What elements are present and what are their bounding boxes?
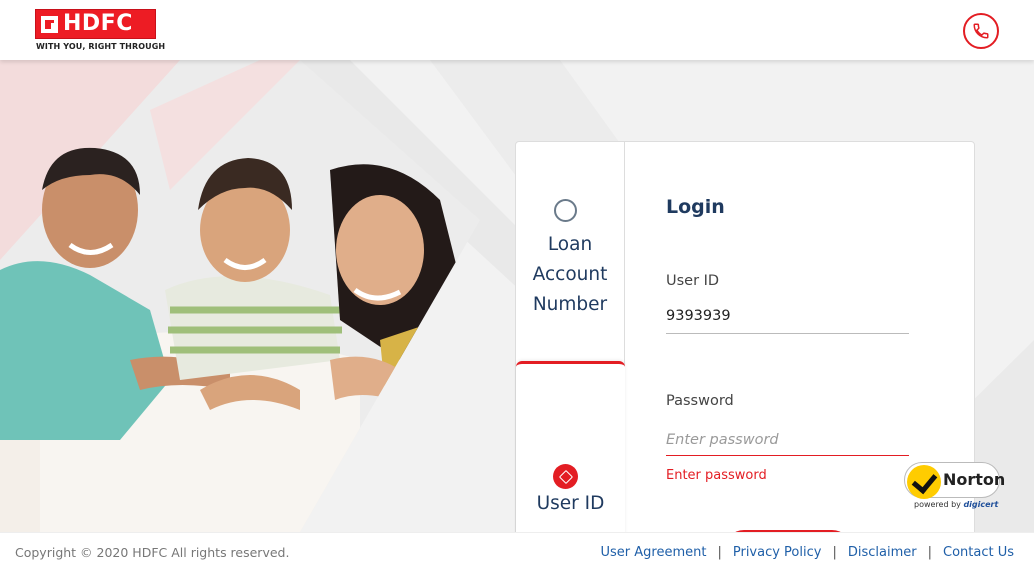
copyright-text: Copyright © 2020 HDFC All rights reserve… — [15, 545, 290, 560]
logo-box: HDFC — [35, 9, 156, 39]
password-error-message: Enter password — [666, 468, 767, 483]
site-header: HDFC WITH YOU, RIGHT THROUGH — [0, 0, 1034, 60]
footer-separator: | — [832, 545, 837, 560]
tab-loan-account-number-label: Loan Account Number — [516, 230, 624, 320]
footer-links: User Agreement | Privacy Policy | Disclaimer… — [601, 545, 1015, 560]
tab-user-id-label: User ID — [536, 493, 605, 514]
footer-separator: | — [717, 545, 722, 560]
norton-pill: Norton — [904, 462, 1005, 499]
password-input[interactable] — [666, 425, 909, 456]
hdfc-logo[interactable]: HDFC WITH YOU, RIGHT THROUGH — [35, 9, 165, 53]
footer-link-contact-us[interactable]: Contact Us — [943, 545, 1014, 560]
logo-mark-icon — [41, 16, 58, 33]
footer-link-disclaimer[interactable]: Disclaimer — [848, 545, 917, 560]
user-id-label: User ID — [666, 273, 720, 289]
site-footer: Copyright © 2020 HDFC All rights reserve… — [0, 532, 1034, 572]
login-title: Login — [666, 196, 725, 218]
norton-badge: Norton powered by digicert — [900, 460, 1005, 514]
footer-link-user-agreement[interactable]: User Agreement — [601, 545, 707, 560]
footer-link-privacy-policy[interactable]: Privacy Policy — [733, 545, 822, 560]
phone-icon — [973, 23, 989, 39]
login-type-tabs: Loan Account Number User ID — [516, 142, 625, 551]
tab-user-id[interactable]: User ID — [516, 361, 625, 551]
digicert-text: digicert — [963, 500, 999, 509]
tab-label-text: Loan Account Number — [532, 234, 608, 315]
radio-unselected-icon[interactable] — [554, 199, 577, 222]
password-label: Password — [666, 393, 734, 409]
norton-powered-by: powered by digicert — [914, 500, 998, 509]
call-button[interactable] — [963, 13, 999, 49]
footer-separator: | — [927, 545, 932, 560]
norton-name: Norton — [943, 470, 1006, 489]
user-id-field[interactable]: 9393939 — [666, 308, 909, 334]
powered-by-text: powered by — [914, 500, 961, 509]
radio-selected-icon[interactable] — [553, 464, 578, 489]
tab-loan-account-number[interactable]: Loan Account Number — [516, 142, 624, 360]
family-photo — [0, 60, 480, 532]
logo-tagline: WITH YOU, RIGHT THROUGH — [36, 42, 166, 51]
norton-checkmark-icon — [907, 465, 941, 499]
logo-text: HDFC — [63, 11, 133, 36]
